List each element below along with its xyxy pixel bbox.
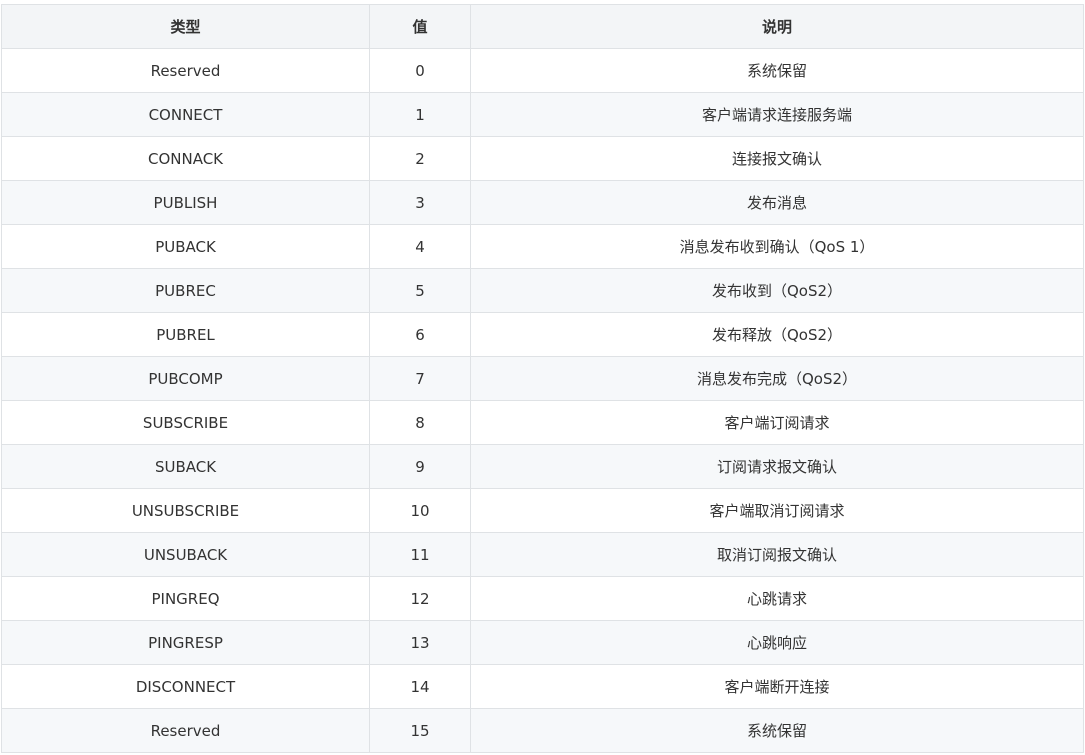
cell-type: PINGRESP [1,620,370,665]
cell-description: 消息发布完成（QoS2） [470,356,1084,401]
cell-description: 取消订阅报文确认 [470,532,1084,577]
cell-value: 5 [369,268,471,313]
header-type: 类型 [1,4,370,49]
cell-type: CONNACK [1,136,370,181]
cell-value: 8 [369,400,471,445]
cell-description: 客户端请求连接服务端 [470,92,1084,137]
cell-type: Reserved [1,708,370,753]
cell-type: CONNECT [1,92,370,137]
table-row: PINGREQ 12 心跳请求 [1,576,1084,621]
cell-description: 发布消息 [470,180,1084,225]
table-header-row: 类型 值 说明 [1,4,1084,49]
cell-description: 消息发布收到确认（QoS 1） [470,224,1084,269]
cell-description: 客户端断开连接 [470,664,1084,709]
table-row: PUBACK 4 消息发布收到确认（QoS 1） [1,224,1084,269]
cell-type: SUBACK [1,444,370,489]
table-row: Reserved 15 系统保留 [1,708,1084,753]
page: 类型 值 说明 Reserved 0 系统保留 CONNECT 1 客户端请求连… [0,0,1085,755]
cell-type: PINGREQ [1,576,370,621]
cell-value: 9 [369,444,471,489]
cell-type: DISCONNECT [1,664,370,709]
header-description: 说明 [470,4,1084,49]
cell-value: 15 [369,708,471,753]
cell-description: 系统保留 [470,48,1084,93]
cell-type: PUBREL [1,312,370,357]
table-row: PUBCOMP 7 消息发布完成（QoS2） [1,356,1084,401]
cell-description: 发布释放（QoS2） [470,312,1084,357]
cell-description: 客户端取消订阅请求 [470,488,1084,533]
cell-description: 连接报文确认 [470,136,1084,181]
cell-value: 2 [369,136,471,181]
cell-value: 1 [369,92,471,137]
cell-value: 12 [369,576,471,621]
cell-value: 14 [369,664,471,709]
table-header: 类型 值 说明 [1,4,1084,49]
cell-description: 心跳请求 [470,576,1084,621]
cell-type: SUBSCRIBE [1,400,370,445]
cell-type: UNSUBSCRIBE [1,488,370,533]
table-body: Reserved 0 系统保留 CONNECT 1 客户端请求连接服务端 CON… [1,48,1084,753]
cell-value: 10 [369,488,471,533]
cell-value: 4 [369,224,471,269]
table-row: PUBREC 5 发布收到（QoS2） [1,268,1084,313]
cell-type: PUBCOMP [1,356,370,401]
table-row: PUBLISH 3 发布消息 [1,180,1084,225]
table-row: UNSUBACK 11 取消订阅报文确认 [1,532,1084,577]
table-row: SUBACK 9 订阅请求报文确认 [1,444,1084,489]
cell-type: PUBACK [1,224,370,269]
cell-type: PUBREC [1,268,370,313]
cell-description: 系统保留 [470,708,1084,753]
mqtt-packet-type-table: 类型 值 说明 Reserved 0 系统保留 CONNECT 1 客户端请求连… [1,4,1084,753]
table-row: SUBSCRIBE 8 客户端订阅请求 [1,400,1084,445]
cell-value: 0 [369,48,471,93]
table-row: DISCONNECT 14 客户端断开连接 [1,664,1084,709]
table-row: UNSUBSCRIBE 10 客户端取消订阅请求 [1,488,1084,533]
cell-description: 心跳响应 [470,620,1084,665]
table-row: CONNACK 2 连接报文确认 [1,136,1084,181]
cell-description: 订阅请求报文确认 [470,444,1084,489]
cell-description: 客户端订阅请求 [470,400,1084,445]
cell-description: 发布收到（QoS2） [470,268,1084,313]
cell-type: Reserved [1,48,370,93]
table-row: PUBREL 6 发布释放（QoS2） [1,312,1084,357]
table-row: PINGRESP 13 心跳响应 [1,620,1084,665]
cell-value: 3 [369,180,471,225]
cell-value: 7 [369,356,471,401]
cell-value: 13 [369,620,471,665]
cell-value: 11 [369,532,471,577]
table-row: Reserved 0 系统保留 [1,48,1084,93]
cell-type: PUBLISH [1,180,370,225]
table-row: CONNECT 1 客户端请求连接服务端 [1,92,1084,137]
cell-type: UNSUBACK [1,532,370,577]
header-value: 值 [369,4,471,49]
cell-value: 6 [369,312,471,357]
